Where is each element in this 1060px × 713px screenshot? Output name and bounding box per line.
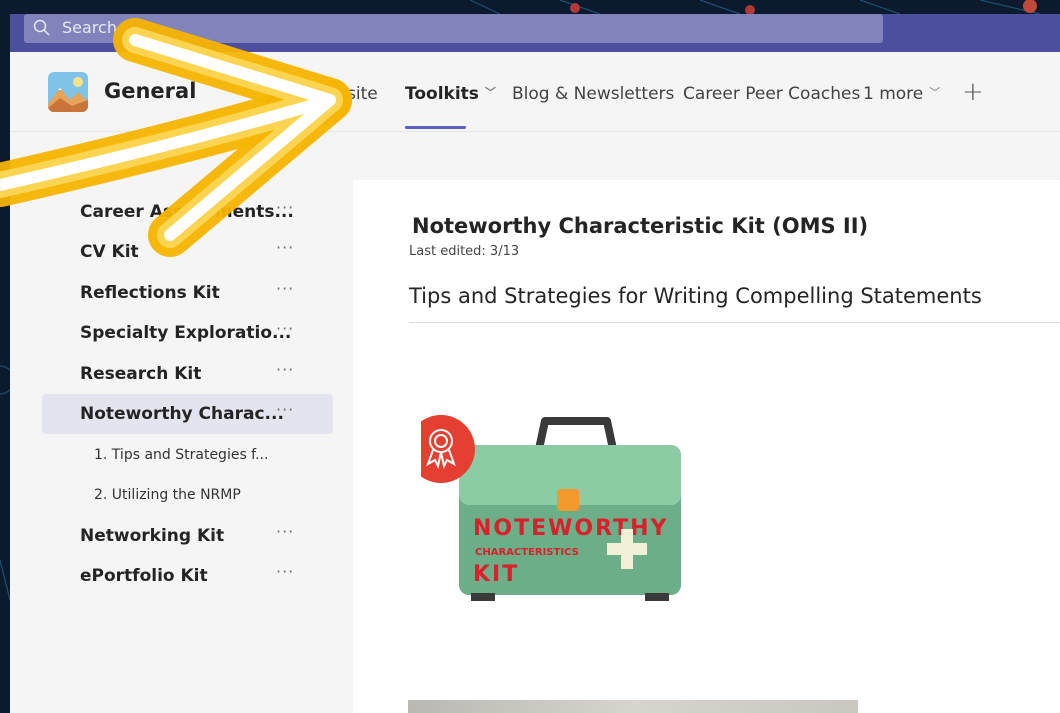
add-tab-icon[interactable]: + xyxy=(962,77,984,107)
search-icon xyxy=(33,19,51,41)
sidebar-item-label: 1. Tips and Strategies f... xyxy=(94,447,269,463)
page-title[interactable]: Noteworthy Characteristic Kit (OMS II) xyxy=(412,214,868,238)
tab-more[interactable]: 1 more ﹀ xyxy=(863,84,940,104)
sidebar-subitem-tips-strategies[interactable]: 1. Tips and Strategies f... xyxy=(42,435,333,475)
image-text-line3: KIT xyxy=(473,562,519,587)
sidebar-item-cv-kit[interactable]: CV Kit ··· xyxy=(42,232,333,272)
page-content: Noteworthy Characteristic Kit (OMS II) L… xyxy=(353,180,1060,713)
more-options-icon[interactable]: ··· xyxy=(276,198,294,217)
image-text-line2: CHARACTERISTICS xyxy=(475,547,579,558)
sidebar-item-label: Networking Kit xyxy=(80,526,225,546)
tab-label: 1 more xyxy=(863,84,924,104)
sidebar-item-career-assessments[interactable]: Career Assessments... ··· xyxy=(42,192,333,232)
chevron-down-icon: ﹀ xyxy=(484,86,496,99)
sidebar-item-label: Reflections Kit xyxy=(80,283,220,303)
tab-label: Toolkits xyxy=(405,84,479,104)
more-options-icon[interactable]: ··· xyxy=(276,319,294,338)
tab-label: Blog & Newsletters xyxy=(512,84,675,104)
search-input[interactable]: Search xyxy=(24,14,883,43)
channel-header: General Website Toolkits ﹀ Blog & Newslet… xyxy=(10,52,1060,132)
sidebar-item-label: Research Kit xyxy=(80,364,202,384)
chevron-down-icon: ﹀ xyxy=(929,86,941,99)
sidebar-item-label: Noteworthy Charac... xyxy=(80,404,284,424)
embedded-photo xyxy=(408,700,858,713)
sidebar-item-noteworthy-characteristic[interactable]: Noteworthy Charac... ··· xyxy=(42,394,333,434)
search-placeholder: Search xyxy=(62,18,117,37)
sidebar-item-research-kit[interactable]: Research Kit ··· xyxy=(42,354,333,394)
more-options-icon[interactable]: ··· xyxy=(276,400,294,419)
toolkit-image: NOTEWORTHY CHARACTERISTICS KIT xyxy=(421,415,681,601)
title-bar: Search xyxy=(10,14,1060,52)
teams-window: Search General Website Toolkits ﹀ Blog & … xyxy=(10,14,1060,713)
tab-career-peer-coaches[interactable]: Career Peer Coaches xyxy=(683,84,860,104)
more-options-icon[interactable]: ··· xyxy=(276,360,294,379)
sidebar-item-label: ePortfolio Kit xyxy=(80,566,208,586)
more-options-icon[interactable]: ··· xyxy=(276,522,294,541)
divider xyxy=(409,322,1060,323)
sidebar-item-label: Specialty Exploratio... xyxy=(80,323,292,343)
sidebar-item-label: CV Kit xyxy=(80,242,139,262)
sidebar-item-label: 2. Utilizing the NRMP xyxy=(94,487,241,503)
sidebar-item-eportfolio-kit[interactable]: ePortfolio Kit ··· xyxy=(42,556,333,596)
tab-website[interactable]: Website xyxy=(310,84,378,104)
more-options-icon[interactable]: ··· xyxy=(276,279,294,298)
image-text-line1: NOTEWORTHY xyxy=(473,516,668,541)
sidebar-subitem-utilizing-nrmp[interactable]: 2. Utilizing the NRMP xyxy=(42,475,333,515)
more-options-icon[interactable]: ··· xyxy=(276,562,294,581)
last-edited-label: Last edited: 3/13 xyxy=(409,244,520,259)
tab-toolkits[interactable]: Toolkits ﹀ xyxy=(405,84,496,104)
sidebar-item-reflections-kit[interactable]: Reflections Kit ··· xyxy=(42,273,333,313)
sidebar-item-specialty-exploration[interactable]: Specialty Exploratio... ··· xyxy=(42,313,333,353)
more-options-icon[interactable]: ··· xyxy=(276,238,294,257)
tab-label: Career Peer Coaches xyxy=(683,84,861,104)
tab-label: Website xyxy=(310,84,378,104)
sidebar-item-networking-kit[interactable]: Networking Kit ··· xyxy=(42,516,333,556)
tab-blog-newsletters[interactable]: Blog & Newsletters xyxy=(512,84,674,104)
section-heading[interactable]: Tips and Strategies for Writing Compelli… xyxy=(409,284,982,308)
sidebar-item-label: Career Assessments... xyxy=(80,202,294,222)
active-tab-indicator xyxy=(405,126,466,129)
channel-name: General xyxy=(104,79,197,103)
notebook-sidebar: Career Assessments... ··· CV Kit ··· Ref… xyxy=(22,180,354,713)
channel-logo-icon[interactable] xyxy=(48,72,88,112)
